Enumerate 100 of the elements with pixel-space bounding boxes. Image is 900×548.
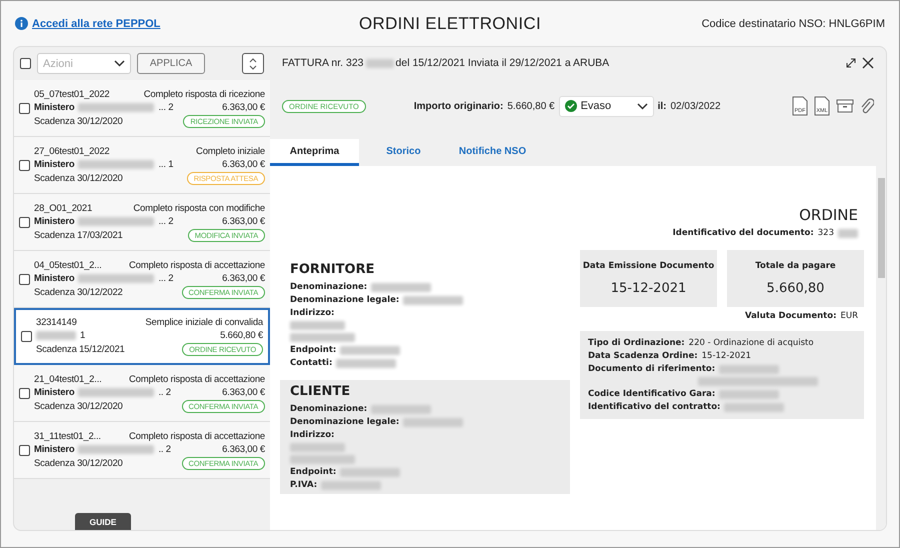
order-checkbox[interactable] — [19, 388, 30, 398]
field-label: Endpoint: — [290, 345, 336, 355]
currency-value: EUR — [840, 311, 858, 321]
status-select[interactable]: Evaso — [558, 96, 654, 116]
redacted-block — [403, 418, 464, 426]
archive-icon[interactable] — [836, 99, 854, 113]
field-label: Indirizzo: — [290, 430, 334, 440]
order-amount: 6.363,00 € — [222, 158, 265, 170]
redacted-block — [290, 333, 355, 342]
field-label: Denominazione: — [290, 404, 368, 414]
field-label: Endpoint: — [290, 467, 336, 477]
close-icon[interactable] — [862, 57, 874, 69]
redacted-block — [838, 228, 858, 238]
order-type: Completo iniziale — [196, 146, 265, 156]
invoice-title: FATTURA nr. 323 — [282, 57, 364, 69]
field-label: Denominazione legale: — [290, 417, 400, 427]
redacted-block — [719, 364, 780, 374]
redacted-block — [340, 346, 400, 354]
order-code: 04_05test01_2... — [34, 260, 102, 270]
date-label: il: — [658, 100, 666, 112]
redacted-block — [321, 480, 382, 490]
redacted-block — [290, 321, 345, 330]
amount-label: Importo originario: — [414, 100, 504, 112]
order-amount: 6.363,00 € — [222, 444, 265, 454]
order-due-date: Scadenza 30/12/2020 — [34, 116, 123, 126]
section-title: CLIENTE — [290, 384, 352, 399]
order-due-date: Scadenza 30/12/2020 — [34, 400, 123, 412]
date-value: 02/03/2022 — [670, 100, 721, 112]
order-code: 21_04test01_2... — [34, 374, 102, 384]
card-label: Data Emissione Documento — [582, 261, 714, 271]
order-suffix: ... 2 — [158, 272, 174, 284]
field-label: Denominazione legale: — [290, 295, 400, 305]
invoice-subtitle: del 15/12/2021 Inviata il 29/12/2021 a ARUBA — [396, 57, 610, 69]
peppol-link[interactable]: Accedi alla rete PEPPOL — [32, 18, 160, 30]
card-value: 15-12-2021 — [610, 281, 686, 296]
order-amount: 6.363,00 € — [222, 272, 265, 284]
select-all-checkbox[interactable] — [20, 58, 31, 69]
redacted-block — [719, 390, 780, 398]
order-amount: 6.363,00 € — [222, 102, 265, 112]
order-suffix: 1 — [80, 330, 86, 341]
tab[interactable]: Notifiche NSO — [448, 139, 537, 166]
caret-icon — [114, 60, 125, 67]
order-client: Ministero — [34, 158, 74, 170]
redacted-block — [336, 358, 396, 368]
order-suffix: ... 2 — [158, 102, 174, 112]
field-label: Indirizzo: — [290, 308, 334, 318]
card-label: Totale da pagare — [755, 261, 836, 271]
order-due-date: Scadenza 30/12/2020 — [34, 172, 123, 184]
field-label: P.IVA: — [290, 480, 318, 490]
order-client: Ministero — [34, 386, 74, 398]
caret-icon — [636, 102, 648, 110]
order-checkbox[interactable] — [21, 331, 32, 342]
order-amount: 6.363,00 € — [222, 216, 265, 226]
sort-button[interactable] — [242, 53, 264, 74]
order-client: Ministero — [34, 102, 74, 112]
apply-button[interactable]: APPLICA — [137, 53, 205, 74]
info-icon — [15, 17, 28, 30]
order-client: Ministero — [34, 272, 74, 284]
order-type: Completo risposta di accettazione — [129, 430, 265, 442]
expand-icon[interactable] — [846, 58, 856, 68]
tab[interactable]: Anteprima — [270, 139, 359, 166]
order-checkbox[interactable] — [19, 444, 30, 456]
redacted-block — [36, 331, 76, 340]
field-label: Contatti: — [290, 358, 332, 368]
amount-value: 5.660,80 € — [507, 100, 555, 112]
field-label: Identificativo del contratto: — [588, 402, 720, 412]
order-checkbox[interactable] — [19, 160, 30, 170]
order-code: 32314149 — [36, 317, 77, 328]
redacted-block — [340, 468, 400, 476]
field-label: Data Scadenza Ordine: — [588, 351, 698, 361]
order-client: Ministero — [34, 444, 74, 454]
tab[interactable]: Storico — [359, 139, 448, 166]
order-checkbox[interactable] — [19, 216, 30, 228]
order-due-date: Scadenza 30/12/2022 — [34, 286, 123, 298]
order-type: Completo risposta con modifiche — [133, 202, 265, 214]
field-label: Codice Identificativo Gara: — [588, 389, 716, 399]
order-client: Ministero — [34, 216, 74, 226]
order-suffix: .. 2 — [158, 444, 171, 454]
card-value: 5.660,80 — [766, 281, 824, 296]
order-type: Completo risposta di ricezione — [144, 88, 265, 100]
guide-tab[interactable]: GUIDE — [75, 513, 131, 530]
order-suffix: .. 2 — [158, 386, 171, 398]
order-due-date: Scadenza 17/03/2021 — [34, 230, 123, 240]
document-heading: ORDINE — [799, 206, 858, 224]
redacted-block — [403, 296, 464, 304]
scrollbar[interactable] — [876, 166, 886, 530]
order-type: Completo risposta di accettazione — [129, 260, 265, 270]
field-label: Tipo di Ordinazione: — [588, 338, 685, 348]
paperclip-icon[interactable] — [860, 98, 874, 114]
field-label: Documento di riferimento: — [588, 364, 716, 374]
redacted-block — [290, 443, 345, 452]
order-code: 05_07test01_2022 — [34, 88, 110, 100]
order-type: Semplice iniziale di convalida — [145, 317, 263, 328]
field-label: Denominazione: — [290, 282, 368, 292]
sort-icon — [249, 58, 257, 70]
order-checkbox[interactable] — [19, 102, 30, 114]
check-icon — [564, 100, 577, 112]
order-amount: 6.363,00 € — [222, 386, 265, 398]
currency-label: Valuta Documento: — [744, 311, 836, 321]
order-checkbox[interactable] — [19, 274, 30, 284]
